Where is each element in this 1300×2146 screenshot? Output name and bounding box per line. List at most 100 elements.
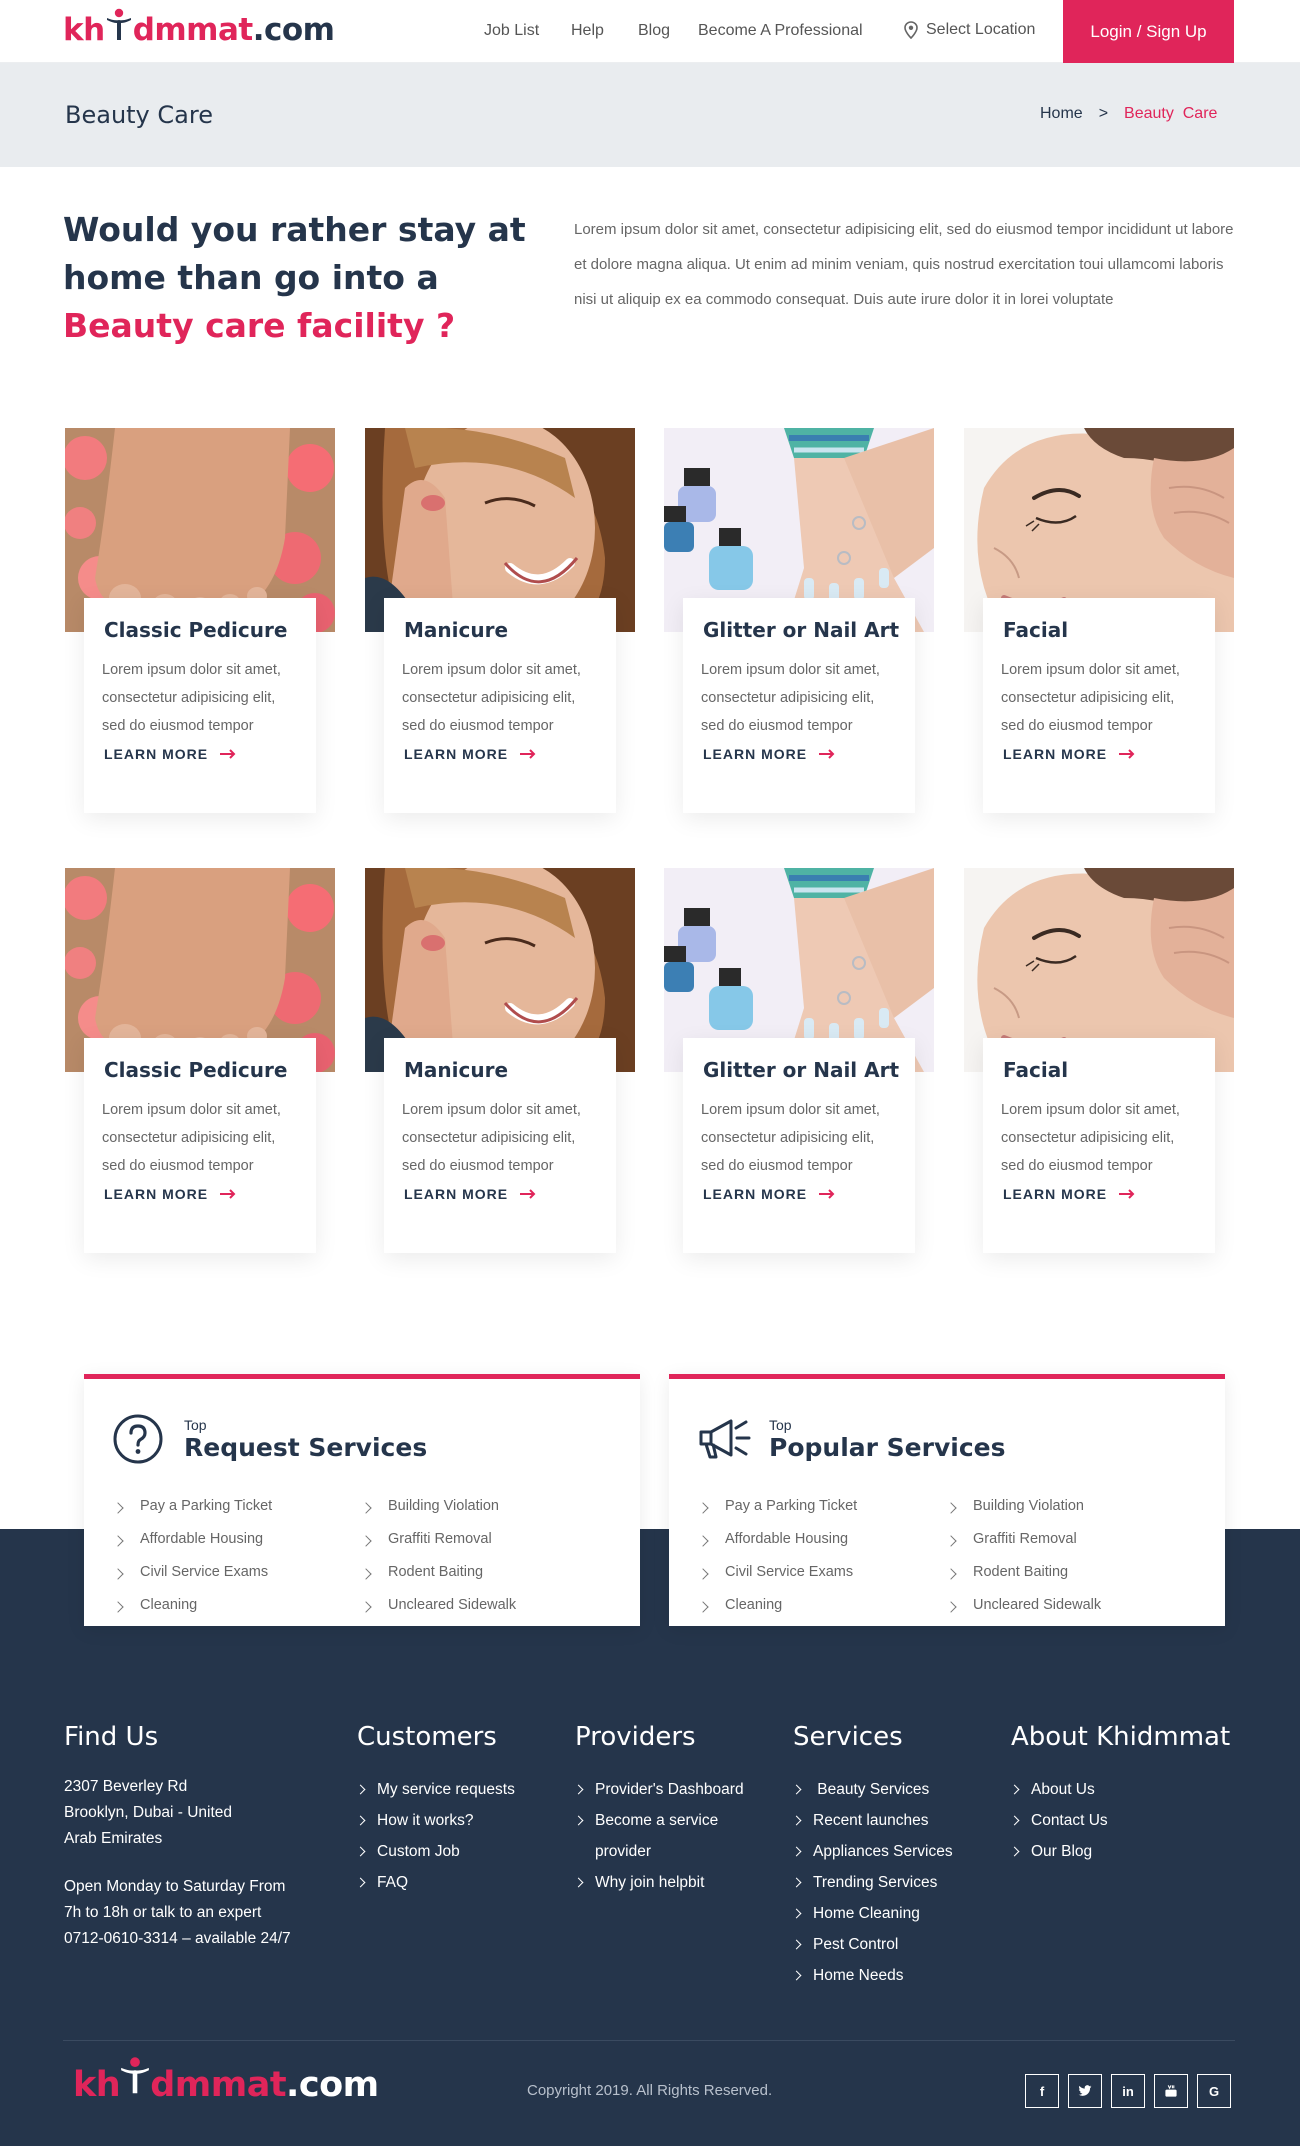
footer-link-label: Home Cleaning — [813, 1905, 920, 1922]
service-card: Classic Pedicure Lorem ipsum dolor sit am… — [84, 1038, 316, 1253]
learn-more-label: LEARN MORE — [104, 746, 209, 762]
card-title: Glitter or Nail Art — [703, 1058, 900, 1082]
learn-more-label: LEARN MORE — [104, 1186, 209, 1202]
arrow-right-icon — [220, 749, 236, 759]
learn-more-link[interactable]: LEARN MORE — [703, 1186, 897, 1202]
card-description: Lorem ipsum dolor sit amet, consectetur … — [402, 1102, 581, 1174]
card-description: Lorem ipsum dolor sit amet, consectetur … — [102, 1102, 281, 1174]
learn-more-link[interactable]: LEARN MORE — [1003, 746, 1197, 762]
top-list-item[interactable]: Cleaning — [697, 1588, 857, 1621]
google-icon[interactable]: G — [1197, 2074, 1231, 2108]
footer-link[interactable]: Contact Us — [1009, 1805, 1230, 1836]
top-item-label: Cleaning — [140, 1596, 198, 1613]
top-item-label: Civil Service Exams — [140, 1563, 269, 1580]
footer-link[interactable]: Become a service provider — [573, 1805, 755, 1867]
chevron-right-icon — [112, 1567, 124, 1580]
select-location-button[interactable]: Select Location — [904, 21, 1035, 39]
learn-more-link[interactable]: LEARN MORE — [104, 746, 298, 762]
footer-link-label: FAQ — [377, 1874, 409, 1891]
site-logo[interactable]: kh dmmat .com — [63, 8, 335, 48]
learn-more-link[interactable]: LEARN MORE — [404, 1186, 598, 1202]
footer-links: My service requests How it works? Custom… — [355, 1774, 515, 1898]
top-list-item[interactable]: Uncleared Sidewalk — [360, 1588, 516, 1621]
service-card: Facial Lorem ipsum dolor sit amet, consec… — [983, 598, 1215, 813]
learn-more-link[interactable]: LEARN MORE — [703, 746, 897, 762]
top-list-item[interactable]: Civil Service Exams — [697, 1555, 857, 1588]
breadcrumb-home[interactable]: Home — [1040, 105, 1083, 123]
footer-link[interactable]: Beauty Services — [791, 1774, 953, 1805]
chevron-right-icon — [791, 1877, 802, 1888]
footer-link[interactable]: Provider's Dashboard — [573, 1774, 755, 1805]
top-list-item[interactable]: Graffiti Removal — [945, 1522, 1101, 1555]
login-signup-button[interactable]: Login / Sign Up — [1063, 0, 1234, 63]
footer-logo[interactable]: kh dmmat .com — [73, 2057, 379, 2105]
chevron-right-icon — [697, 1501, 709, 1514]
footer-link[interactable]: Trending Services — [791, 1867, 953, 1898]
learn-more-label: LEARN MORE — [703, 746, 808, 762]
arrow-right-icon — [819, 749, 835, 759]
chevron-right-icon — [355, 1784, 366, 1795]
footer-link[interactable]: Pest Control — [791, 1929, 953, 1960]
chevron-right-icon — [791, 1846, 802, 1857]
chevron-right-icon — [112, 1600, 124, 1613]
top-title: Request Services — [184, 1433, 428, 1462]
top-item-label: Rodent Baiting — [973, 1563, 1069, 1580]
linkedin-icon[interactable]: in — [1111, 2074, 1145, 2108]
nav-job-list[interactable]: Job List — [484, 22, 539, 40]
card-title: Facial — [1003, 618, 1069, 642]
footer-link[interactable]: Recent launches — [791, 1805, 953, 1836]
chevron-right-icon — [355, 1815, 366, 1826]
footer-link-label: Custom Job — [377, 1843, 460, 1860]
top-list-item[interactable]: Rodent Baiting — [945, 1555, 1101, 1588]
facebook-icon[interactable]: f — [1025, 2074, 1059, 2108]
top-list-item[interactable]: Rodent Baiting — [360, 1555, 516, 1588]
top-list-item[interactable]: Civil Service Exams — [112, 1555, 272, 1588]
top-list-item[interactable]: Building Violation — [945, 1489, 1101, 1522]
footer-link[interactable]: Why join helpbit — [573, 1867, 755, 1898]
nav-blog[interactable]: Blog — [638, 22, 670, 40]
footer-link[interactable]: Appliances Services — [791, 1836, 953, 1867]
logo-text-part: kh — [73, 2065, 121, 2105]
learn-more-label: LEARN MORE — [404, 1186, 509, 1202]
learn-more-label: LEARN MORE — [1003, 746, 1108, 762]
footer-link-label: Our Blog — [1031, 1843, 1093, 1860]
footer-link[interactable]: FAQ — [355, 1867, 515, 1898]
youtube-icon[interactable] — [1154, 2074, 1188, 2108]
top-list-item[interactable]: Building Violation — [360, 1489, 516, 1522]
top-list-item[interactable]: Pay a Parking Ticket — [112, 1489, 272, 1522]
chevron-right-icon — [791, 1939, 802, 1950]
footer-link[interactable]: Our Blog — [1009, 1836, 1230, 1867]
learn-more-link[interactable]: LEARN MORE — [404, 746, 598, 762]
top-item-label: Affordable Housing — [140, 1530, 264, 1547]
footer-link[interactable]: My service requests — [355, 1774, 515, 1805]
service-card: Glitter or Nail Art Lorem ipsum dolor sit… — [683, 598, 915, 813]
footer-link-label: Pest Control — [813, 1936, 899, 1953]
learn-more-link[interactable]: LEARN MORE — [1003, 1186, 1197, 1202]
chevron-right-icon — [697, 1567, 709, 1580]
top-item-label: Cleaning — [725, 1596, 783, 1613]
top-list-col1: Pay a Parking Ticket Affordable Housing … — [112, 1489, 272, 1621]
top-list-col2: Building Violation Graffiti Removal Rode… — [360, 1489, 516, 1621]
footer-link[interactable]: Home Cleaning — [791, 1898, 953, 1929]
top-list-item[interactable]: Pay a Parking Ticket — [697, 1489, 857, 1522]
learn-more-link[interactable]: LEARN MORE — [104, 1186, 298, 1202]
nav-become-professional[interactable]: Become A Professional — [698, 22, 863, 40]
hours-line: 0712-0610-3314 – available 24/7 — [64, 1930, 291, 1947]
twitter-icon[interactable] — [1068, 2074, 1102, 2108]
chevron-right-icon — [112, 1534, 124, 1547]
footer-link[interactable]: Custom Job — [355, 1836, 515, 1867]
top-list-item[interactable]: Graffiti Removal — [360, 1522, 516, 1555]
top-item-label: Graffiti Removal — [388, 1530, 492, 1547]
footer-link[interactable]: How it works? — [355, 1805, 515, 1836]
chevron-right-icon — [945, 1600, 957, 1613]
footer-link[interactable]: Home Needs — [791, 1960, 953, 1991]
nav-help[interactable]: Help — [571, 22, 604, 40]
footer-link[interactable]: About Us — [1009, 1774, 1230, 1805]
footer-link-label: Home Needs — [813, 1967, 904, 1984]
top-list-col2: Building Violation Graffiti Removal Rode… — [945, 1489, 1101, 1621]
top-list-item[interactable]: Cleaning — [112, 1588, 272, 1621]
top-list-item[interactable]: Uncleared Sidewalk — [945, 1588, 1101, 1621]
top-list-item[interactable]: Affordable Housing — [697, 1522, 857, 1555]
top-list-item[interactable]: Affordable Housing — [112, 1522, 272, 1555]
chevron-right-icon — [360, 1567, 372, 1580]
